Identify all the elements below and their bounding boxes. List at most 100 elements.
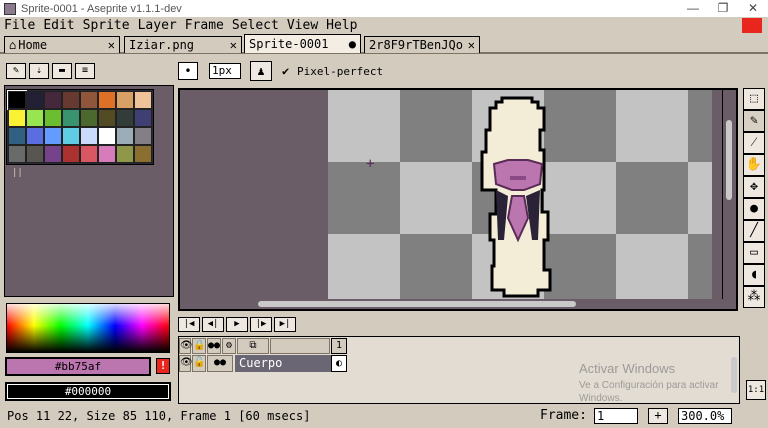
menu-view[interactable]: View [283,18,322,33]
tab-2r8f9rtbenjqo[interactable]: 2r8F9rTBenJQo ✕ [364,36,480,53]
frame-header-1[interactable]: 1 [331,338,347,354]
tab-home[interactable]: ⌂ Home ✕ [4,36,120,53]
scroll-thumb[interactable] [726,120,732,200]
tab-iziar[interactable]: Iziar.png ✕ [124,36,242,53]
brush-size-input[interactable]: 1px [209,63,241,79]
menu-frame[interactable]: Frame [181,18,228,33]
zoom-ratio-button[interactable]: 1:1 [746,380,766,400]
rectangle-icon[interactable]: ▭ [743,242,765,264]
cel-frame-1[interactable]: ◐ [331,355,347,372]
color-warning-icon[interactable]: ! [156,358,170,374]
first-frame-button[interactable]: |◀ [178,317,200,332]
ink-type-icon[interactable]: ♟ [250,61,272,81]
palette-swatch[interactable] [116,145,134,163]
editor-vertical-scrollbar[interactable] [722,90,736,300]
last-frame-button[interactable]: ▶| [274,317,296,332]
palette-swatch[interactable] [7,90,27,110]
palette-sort-button[interactable]: ≡ [75,63,95,79]
palette-swatch[interactable] [134,127,152,145]
edit-palette-button[interactable]: ✎ [6,63,26,79]
layers-icon[interactable]: ⧉ [237,338,269,354]
palette-swatch[interactable] [44,91,62,109]
layer-lock-icon[interactable]: 🔓 [192,355,206,372]
tab-sprite-0001[interactable]: Sprite-0001 ● [244,34,361,53]
palette-swatch[interactable] [26,127,44,145]
scroll-thumb[interactable] [258,301,576,307]
line-icon[interactable]: ╱ [743,220,765,242]
palette-swatch[interactable] [26,109,44,127]
palette-swatch[interactable] [26,91,44,109]
tab-modified-icon[interactable]: ● [349,37,356,51]
next-frame-button[interactable]: |▶ [250,317,272,332]
foreground-color-button[interactable]: #bb75af [5,357,151,376]
palette-presets-button[interactable]: ⇣ [29,63,49,79]
pencil-icon[interactable]: ✎ [743,110,765,132]
palette-swatch[interactable] [116,109,134,127]
close-button[interactable]: ✕ [738,0,768,17]
palette-swatch[interactable] [98,91,116,109]
menu-layer[interactable]: Layer [134,18,181,33]
gear-icon[interactable]: ⚙ [222,338,236,354]
previous-frame-button[interactable]: ◀| [202,317,224,332]
menu-file[interactable]: File [0,18,39,33]
palette-swatch[interactable] [8,109,26,127]
palette-swatch[interactable] [62,109,80,127]
onion-skin-icon[interactable]: ●● [207,338,221,354]
tab-close-icon[interactable]: ✕ [108,38,115,52]
fill-icon[interactable]: ● [743,198,765,220]
palette-swatch[interactable] [80,145,98,163]
menu-sprite[interactable]: Sprite [79,18,134,33]
palette-swatch[interactable] [80,109,98,127]
menu-edit[interactable]: Edit [39,18,78,33]
tab-close-icon[interactable]: ✕ [230,38,237,52]
palette-swatch[interactable] [80,127,98,145]
palette-swatch[interactable] [62,127,80,145]
color-spectrum[interactable] [6,303,170,353]
palette-swatch[interactable] [44,109,62,127]
blur-icon[interactable]: ⁂ [743,286,765,308]
minimize-button[interactable]: — [678,0,708,17]
palette-swatch[interactable] [44,145,62,163]
layer-visible-icon[interactable]: 👁 [179,355,193,372]
palette-swatch[interactable] [44,127,62,145]
tab-close-icon[interactable]: ✕ [468,38,475,52]
sprite-editor[interactable]: + [178,88,738,311]
marquee-icon[interactable]: ⬚ [743,88,765,110]
play-button[interactable]: ▶ [226,317,248,332]
palette-swatch[interactable] [8,145,26,163]
maximize-button[interactable]: ❐ [708,0,738,17]
frame-input[interactable]: 1 [594,408,638,424]
sprite-canvas[interactable] [328,90,712,300]
pixel-perfect-checkbox[interactable]: ✔ [282,65,294,77]
palette-swatch[interactable] [62,145,80,163]
palette-swatch[interactable] [98,127,116,145]
layer-name-cuerpo[interactable]: Cuerpo [235,355,331,372]
menu-help[interactable]: Help [322,18,361,33]
timeline-scrollbar[interactable] [731,357,737,393]
hand-icon[interactable]: ✋ [743,154,765,176]
brush-type-button[interactable]: • [178,62,198,80]
palette-swatch[interactable] [62,91,80,109]
background-color-button[interactable]: #000000 [5,382,171,401]
palette-swatch[interactable] [134,145,152,163]
menu-select[interactable]: Select [228,18,283,33]
lock-icon[interactable]: 🔒 [192,338,206,354]
zoom-input[interactable]: 300.0% [678,408,732,424]
eyedropper-icon[interactable]: ⁄ [743,132,765,154]
palette-resize-grip[interactable]: || [12,168,23,178]
palette-swatch[interactable] [116,91,134,109]
palette-swatch[interactable] [134,91,152,109]
palette-swatch[interactable] [134,109,152,127]
move-icon[interactable]: ✥ [743,176,765,198]
add-frame-button[interactable]: + [648,408,668,424]
palette-swatch[interactable] [98,109,116,127]
contour-icon[interactable]: ◖ [743,264,765,286]
palette-swatch[interactable] [116,127,134,145]
palette-swatch[interactable] [80,91,98,109]
palette-options-button[interactable]: ▬ [52,63,72,79]
palette-swatch[interactable] [26,145,44,163]
eye-icon[interactable]: 👁 [179,338,193,354]
palette-swatch[interactable] [98,145,116,163]
palette-swatch[interactable] [8,127,26,145]
layer-onion-icon[interactable]: ●● [207,355,233,372]
